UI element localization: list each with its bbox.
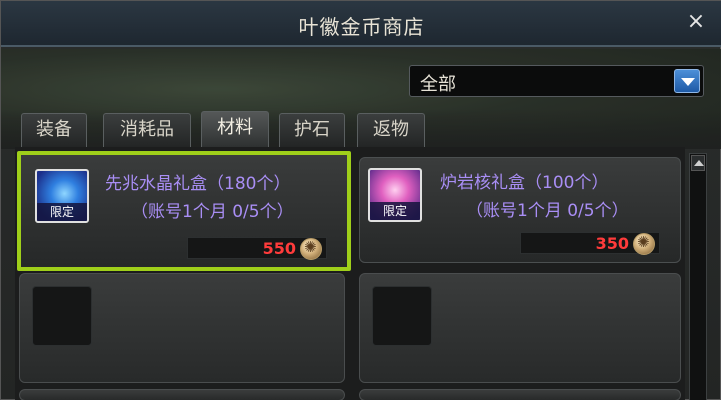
price-field: 350 (520, 232, 660, 255)
tab-materials[interactable]: 材料 (201, 111, 269, 147)
price-field: 550 (187, 237, 327, 260)
gold-coin-icon (633, 233, 655, 255)
item-card[interactable]: 限定 先兆水晶礼盒（180个） （账号1个月 0/5个） 550 (17, 151, 351, 271)
lava-core-box-icon: 限定 (368, 168, 422, 222)
chevron-down-icon[interactable] (674, 69, 700, 93)
limited-badge: 限定 (370, 202, 420, 220)
title-bar: 叶徽金币商店 × (1, 1, 721, 47)
scroll-up-icon[interactable] (691, 155, 705, 171)
tab-consumables[interactable]: 消耗品 (103, 113, 191, 147)
empty-icon-slot (372, 286, 432, 346)
gold-coin-icon (300, 238, 322, 260)
crystal-box-icon: 限定 (35, 169, 89, 223)
item-limit: （账号1个月 0/5个） (466, 201, 629, 221)
empty-item-slot (19, 389, 345, 400)
empty-item-slot (359, 273, 681, 383)
tab-equipment[interactable]: 装备 (21, 113, 87, 147)
empty-item-slot (359, 389, 681, 400)
tab-talisman[interactable]: 护石 (279, 113, 345, 147)
close-icon[interactable]: × (684, 9, 708, 35)
limited-badge: 限定 (37, 203, 87, 221)
item-price: 550 (262, 239, 296, 258)
item-name: 先兆水晶礼盒（180个） (105, 174, 291, 194)
tab-returns[interactable]: 返物 (357, 113, 425, 147)
scrollbar[interactable] (689, 153, 707, 400)
item-card[interactable]: 限定 炉岩核礼盒（100个） （账号1个月 0/5个） 350 (359, 157, 681, 263)
window-title: 叶徽金币商店 (298, 15, 425, 39)
category-filter-dropdown[interactable]: 全部 (409, 65, 704, 97)
item-price: 350 (595, 234, 629, 253)
empty-item-slot (19, 273, 345, 383)
filter-value: 全部 (420, 74, 456, 95)
item-limit: （账号1个月 0/5个） (131, 202, 294, 222)
item-name: 炉岩核礼盒（100个） (440, 173, 609, 193)
empty-icon-slot (32, 286, 92, 346)
shop-window: 叶徽金币商店 × 全部 装备 消耗品 材料 护石 返物 限定 先兆水晶礼盒（18… (0, 0, 721, 400)
